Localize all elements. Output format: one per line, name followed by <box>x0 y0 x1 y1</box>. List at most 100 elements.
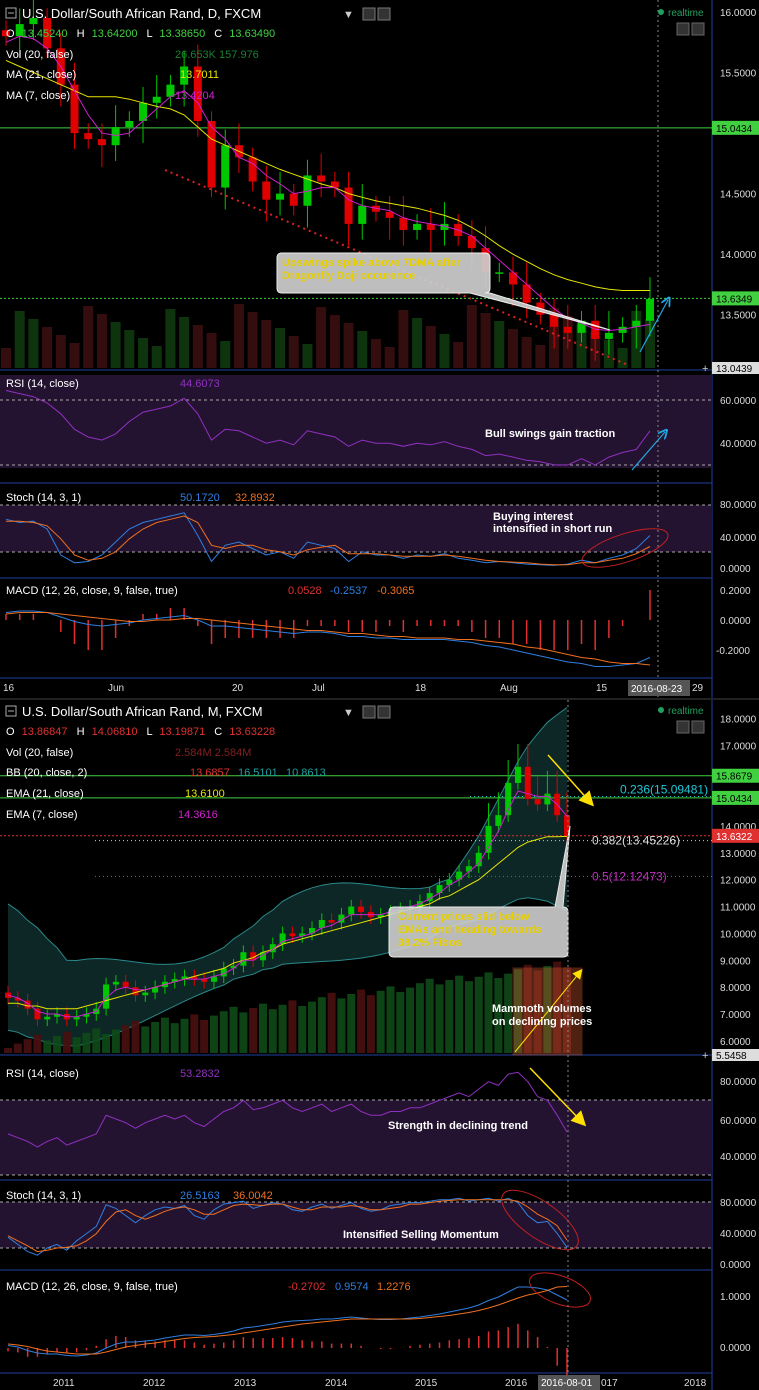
monthly-volume-bar <box>464 981 473 1053</box>
monthly-volume-bar <box>43 1040 52 1053</box>
monthly-ema7-value: 14.3616 <box>178 809 218 821</box>
monthly-volume-annotation: Mammoth volumes on declining prices <box>492 1003 593 1028</box>
monthly-price-tick: 7.0000 <box>720 1010 751 1021</box>
monthly-vol-label[interactable]: Vol (20, false) <box>6 747 73 759</box>
monthly-volume-bar <box>425 978 434 1053</box>
monthly-volume-bar <box>160 1017 169 1053</box>
monthly-price-tick: 18.0000 <box>720 714 757 725</box>
monthly-settings-icon[interactable] <box>362 705 376 719</box>
monthly-candle-body <box>328 919 335 923</box>
daily-stoch-tick-0: 0.0000 <box>720 564 751 575</box>
daily-candle-body <box>495 272 504 274</box>
monthly-volume-bar <box>386 986 395 1053</box>
monthly-title-dropdown-icon[interactable]: ▼ <box>343 707 354 719</box>
monthly-volume-bar <box>406 987 415 1053</box>
daily-price-tick: 13.5000 <box>720 311 757 322</box>
daily-bottom-tag: 13.0439 <box>716 364 753 375</box>
daily-macd-hist-value: 0.0528 <box>288 585 322 597</box>
monthly-volume-bar <box>249 1008 258 1053</box>
monthly-ema7-label[interactable]: EMA (7, close) <box>6 809 78 821</box>
monthly-vol-values: 2.584M 2.584M <box>175 747 251 759</box>
monthly-x-label-2016: 2016 <box>505 1378 528 1389</box>
daily-stoch-label[interactable]: Stoch (14, 3, 1) <box>6 492 81 504</box>
monthly-rsi-tick-40: 40.0000 <box>720 1152 757 1163</box>
monthly-download-icon[interactable] <box>676 720 690 734</box>
monthly-volume-bar <box>151 1022 160 1053</box>
monthly-volume-bar <box>415 983 424 1053</box>
monthly-volume-bar <box>298 1006 307 1053</box>
daily-title-dropdown-icon[interactable]: ▼ <box>343 9 354 21</box>
daily-volume-bar <box>42 327 53 368</box>
monthly-bb-upper-value: 16.5101 <box>238 767 278 779</box>
daily-candle-body <box>550 314 559 327</box>
daily-price-tick: 14.5000 <box>720 190 757 201</box>
monthly-x-label-2012: 2012 <box>143 1378 166 1389</box>
monthly-candle-body <box>358 906 365 912</box>
monthly-candle-body <box>122 981 129 988</box>
daily-candle-body <box>166 84 175 97</box>
daily-x-label-aug: Aug <box>500 683 518 694</box>
monthly-candle-body <box>142 992 149 996</box>
daily-stoch-k-value: 50.1720 <box>180 492 220 504</box>
monthly-candle-body <box>289 933 296 937</box>
monthly-candle-body <box>495 815 502 826</box>
monthly-candle-body <box>485 825 492 853</box>
hide-icon[interactable] <box>377 7 391 21</box>
monthly-rsi-label[interactable]: RSI (14, close) <box>6 1068 79 1080</box>
daily-x-label-jul: Jul <box>312 683 325 694</box>
monthly-stoch-label[interactable]: Stoch (14, 3, 1) <box>6 1190 81 1202</box>
daily-volume-bar <box>439 334 450 368</box>
daily-plus-icon[interactable]: + <box>702 363 708 375</box>
daily-macd-value: -0.2537 <box>330 585 367 597</box>
monthly-volume-bar <box>131 1020 140 1053</box>
monthly-x-label-2013: 2013 <box>234 1378 257 1389</box>
monthly-price-tick: 13.0000 <box>720 849 757 860</box>
monthly-annotation-text: Current prices slid below EMAs and headi… <box>398 911 542 949</box>
monthly-x-label-2015: 2015 <box>415 1378 438 1389</box>
daily-candle-body <box>111 127 120 146</box>
monthly-macd-value: 0.9574 <box>335 1281 369 1293</box>
monthly-stoch-tick-80: 80.0000 <box>720 1198 757 1209</box>
monthly-volume-bar <box>121 1025 130 1053</box>
daily-candle-body <box>276 193 285 200</box>
daily-ma7-label[interactable]: MA (7, close) <box>6 90 70 102</box>
daily-title: U.S. Dollar/South African Rand, D, FXCM <box>22 6 261 21</box>
monthly-macd-label[interactable]: MACD (12, 26, close, 9, false, true) <box>6 1281 178 1293</box>
download-icon-2[interactable] <box>691 22 705 36</box>
settings-icon[interactable] <box>362 7 376 21</box>
monthly-price-tick: 17.0000 <box>720 741 757 752</box>
monthly-price-tick: 12.0000 <box>720 876 757 887</box>
monthly-x-label-2017: 017 <box>601 1378 618 1389</box>
daily-volume-bar <box>357 331 368 368</box>
daily-ma21-label[interactable]: MA (21, close) <box>6 69 76 81</box>
daily-rsi-tick-60: 60.0000 <box>720 396 757 407</box>
daily-rsi-label[interactable]: RSI (14, close) <box>6 378 79 390</box>
monthly-volume-bar <box>33 1034 42 1053</box>
daily-volume-bar <box>343 323 354 368</box>
monthly-bb-label[interactable]: BB (20, close, 2) <box>6 767 87 779</box>
monthly-volume-bar <box>23 1039 32 1053</box>
daily-ma7-value: 13.4204 <box>175 90 215 102</box>
daily-macd-label[interactable]: MACD (12, 26, close, 9, false, true) <box>6 585 178 597</box>
chart-root: Upswings spike above 7DMA after Dragonfl… <box>0 0 759 1390</box>
daily-volume-bar <box>329 315 340 368</box>
monthly-last-price-tag: 13.6322 <box>716 832 753 843</box>
daily-volume-bar <box>288 336 299 368</box>
monthly-volume-bar <box>72 1037 81 1053</box>
daily-x-cursor-date: 2016-08-23 <box>631 684 683 695</box>
daily-volume-bar <box>206 333 217 368</box>
daily-volume-bar <box>233 304 244 368</box>
monthly-candle-body <box>514 766 521 783</box>
monthly-hide-icon[interactable] <box>377 705 391 719</box>
daily-vol-label[interactable]: Vol (20, false) <box>6 49 73 61</box>
monthly-plus-icon[interactable]: + <box>702 1050 708 1062</box>
download-icon[interactable] <box>676 22 690 36</box>
monthly-ema21-label[interactable]: EMA (21, close) <box>6 788 84 800</box>
daily-candle-body <box>97 139 106 146</box>
monthly-volume-bar <box>180 1018 189 1053</box>
daily-volume-bar <box>398 310 409 368</box>
monthly-volume-bar <box>190 1014 199 1053</box>
monthly-download-icon-2[interactable] <box>691 720 705 734</box>
daily-volume-bar <box>412 318 423 368</box>
monthly-realtime-label: realtime <box>668 706 704 717</box>
